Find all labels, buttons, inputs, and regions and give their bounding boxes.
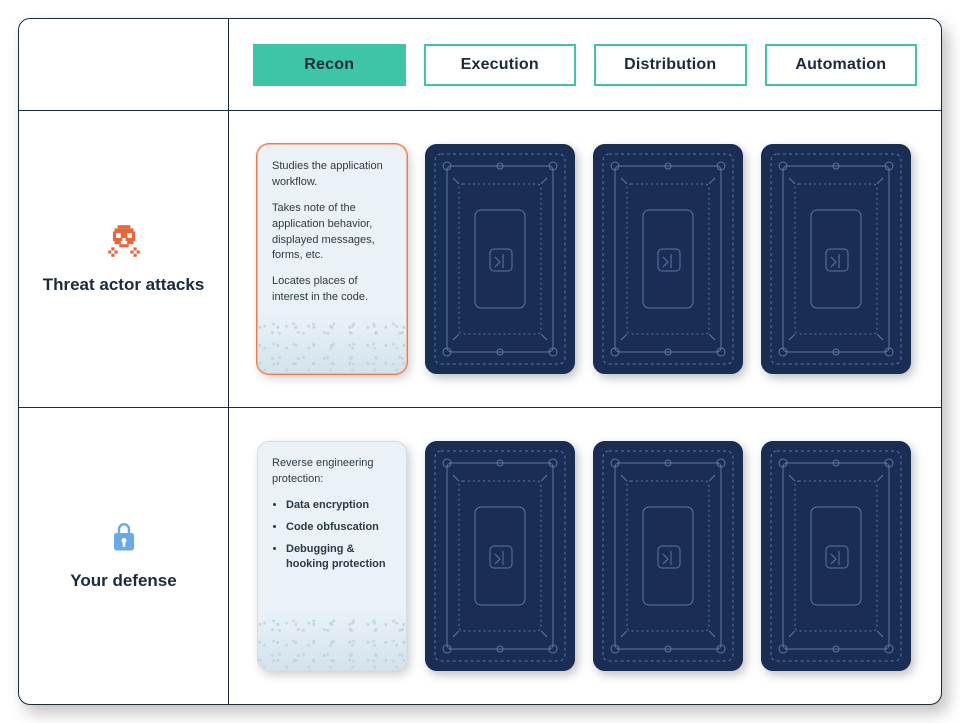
attack-distribution-card-back[interactable] bbox=[593, 144, 743, 374]
tab-automation[interactable]: Automation bbox=[765, 44, 918, 86]
card-back-pattern-icon bbox=[593, 144, 743, 374]
attack-recon-card[interactable]: Studies the application workflow. Takes … bbox=[257, 144, 407, 374]
attack-automation-card-back[interactable] bbox=[761, 144, 911, 374]
phase-tabs: Recon Execution Distribution Automation bbox=[229, 19, 941, 111]
attack-card-p3: Locates places of interest in the code. bbox=[272, 274, 392, 306]
card-back-pattern-icon bbox=[425, 144, 575, 374]
attack-card-p1: Studies the application workflow. bbox=[272, 159, 392, 191]
tab-recon[interactable]: Recon bbox=[253, 44, 406, 86]
row-label-attack: Threat actor attacks bbox=[19, 111, 229, 408]
defense-recon-card[interactable]: Reverse engineering protection: Data enc… bbox=[257, 441, 407, 671]
defense-automation-card-back[interactable] bbox=[761, 441, 911, 671]
defense-item-obfuscation: Code obfuscation bbox=[286, 520, 392, 536]
attack-execution-card-back[interactable] bbox=[425, 144, 575, 374]
skull-icon bbox=[105, 222, 143, 260]
defense-execution-card-back[interactable] bbox=[425, 441, 575, 671]
defense-card-heading: Reverse engineering protection: bbox=[272, 456, 392, 488]
card-back-pattern-icon bbox=[761, 144, 911, 374]
card-back-pattern-icon bbox=[593, 441, 743, 671]
security-matrix: Recon Execution Distribution Automation … bbox=[18, 18, 942, 705]
defense-distribution-card-back[interactable] bbox=[593, 441, 743, 671]
row-label-defense: Your defense bbox=[19, 408, 229, 705]
header-blank-cell bbox=[19, 19, 229, 111]
card-back-pattern-icon bbox=[761, 441, 911, 671]
attack-cards-row: Studies the application workflow. Takes … bbox=[229, 111, 941, 408]
card-texture bbox=[258, 610, 406, 670]
lock-icon bbox=[109, 520, 139, 556]
tab-execution[interactable]: Execution bbox=[424, 44, 577, 86]
row-label-attack-text: Threat actor attacks bbox=[43, 274, 205, 296]
attack-card-p2: Takes note of the application behavior, … bbox=[272, 201, 392, 265]
defense-cards-row: Reverse engineering protection: Data enc… bbox=[229, 408, 941, 705]
card-back-pattern-icon bbox=[425, 441, 575, 671]
defense-item-debugging: Debugging & hooking protection bbox=[286, 542, 392, 574]
tab-distribution[interactable]: Distribution bbox=[594, 44, 747, 86]
defense-card-list: Data encryption Code obfuscation Debuggi… bbox=[272, 498, 392, 574]
defense-item-encryption: Data encryption bbox=[286, 498, 392, 514]
card-texture bbox=[258, 313, 406, 373]
row-label-defense-text: Your defense bbox=[70, 570, 176, 592]
